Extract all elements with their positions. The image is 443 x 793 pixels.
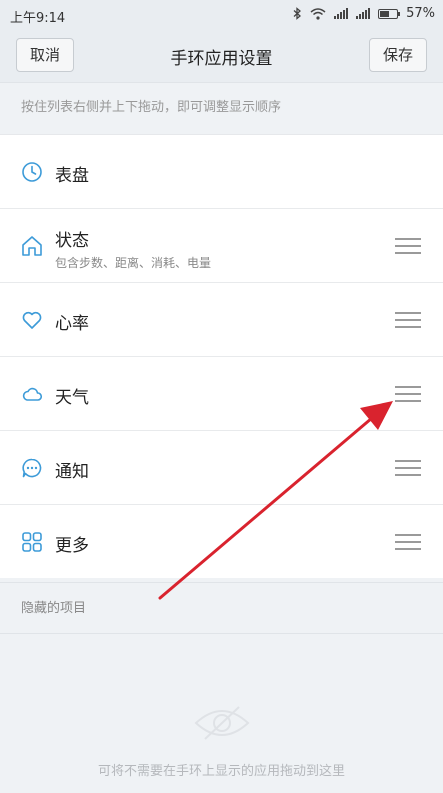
list-item-subtitle: 包含步数、距离、消耗、电量 <box>55 256 212 270</box>
heart-icon <box>22 311 42 329</box>
hidden-section-label: 隐藏的项目 <box>0 582 443 634</box>
drag-handle-icon[interactable] <box>395 460 421 476</box>
drag-handle-icon[interactable] <box>395 386 421 402</box>
bluetooth-icon <box>293 7 302 20</box>
status-bar: 上午9:14 57% <box>0 0 443 30</box>
list-item-label: 状态 <box>55 231 89 251</box>
list-item-heart-rate[interactable]: 心率 <box>0 282 443 356</box>
eye-slash-icon <box>194 706 250 740</box>
list-item-status[interactable]: 状态 包含步数、距离、消耗、电量 <box>0 208 443 282</box>
battery-percent: 57% <box>406 6 435 21</box>
list-item-watchface[interactable]: 表盘 <box>0 134 443 208</box>
status-icons: 57% <box>293 6 435 21</box>
app-list: 表盘 状态 包含步数、距离、消耗、电量 心率 天气 通知 更多 <box>0 134 443 578</box>
list-item-label: 更多 <box>55 536 89 556</box>
wifi-icon <box>310 7 326 20</box>
chat-icon <box>22 458 42 478</box>
cloud-icon <box>22 387 43 401</box>
reorder-hint: 按住列表右侧并上下拖动，即可调整显示顺序 <box>0 82 443 134</box>
status-time: 上午9:14 <box>10 11 66 26</box>
drag-handle-icon[interactable] <box>395 534 421 550</box>
home-icon <box>22 236 42 256</box>
save-button[interactable]: 保存 <box>368 38 427 72</box>
list-item-more[interactable]: 更多 <box>0 504 443 578</box>
list-item-label: 天气 <box>55 388 89 408</box>
list-item-label: 通知 <box>55 462 89 482</box>
drag-handle-icon[interactable] <box>395 238 421 254</box>
list-item-notification[interactable]: 通知 <box>0 430 443 504</box>
signal-icon <box>334 8 349 19</box>
list-item-weather[interactable]: 天气 <box>0 356 443 430</box>
clock-icon <box>22 162 42 182</box>
hidden-empty-text: 可将不需要在手环上显示的应用拖动到这里 <box>97 764 345 779</box>
signal-icon <box>356 8 371 19</box>
list-item-label: 表盘 <box>55 166 89 186</box>
grid-icon <box>22 532 42 552</box>
title-bar: 取消 手环应用设置 保存 <box>0 30 443 82</box>
list-item-label: 心率 <box>55 314 89 334</box>
battery-icon <box>378 8 401 19</box>
drag-handle-icon[interactable] <box>395 312 421 328</box>
